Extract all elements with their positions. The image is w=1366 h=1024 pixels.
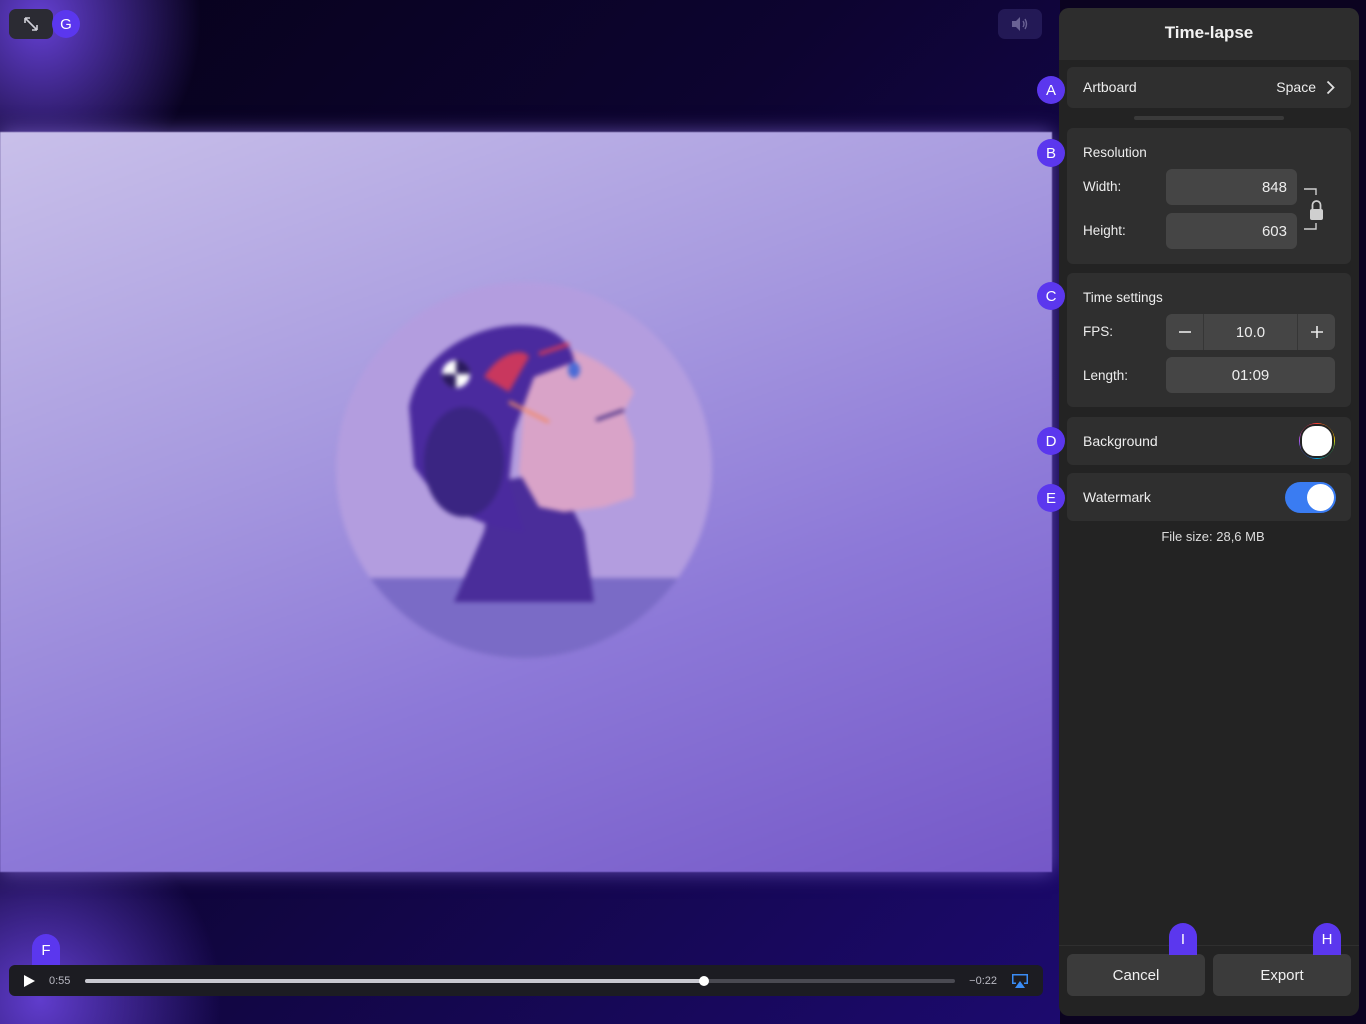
time-settings-section: Time settings FPS: 10.0 Length: 01:09 <box>1067 273 1351 407</box>
hint-badge-i: I <box>1169 923 1197 955</box>
hint-badge-b: B <box>1037 139 1065 167</box>
height-input[interactable]: 603 <box>1166 213 1297 249</box>
background-color-picker[interactable] <box>1299 423 1335 459</box>
watermark-row: Watermark <box>1067 473 1351 521</box>
fps-stepper: 10.0 <box>1166 314 1335 350</box>
background-row: Background <box>1067 417 1351 465</box>
timelapse-panel: Time-lapse Artboard Space Resolution Wid… <box>1059 8 1359 1016</box>
hint-badge-g: G <box>52 10 80 38</box>
scrubber-progress <box>85 978 705 983</box>
playback-bar: 0:55 −0:22 <box>9 965 1043 996</box>
fps-value[interactable]: 10.0 <box>1203 314 1298 350</box>
fps-increment-button[interactable] <box>1298 314 1335 350</box>
elapsed-time: 0:55 <box>49 974 71 987</box>
portrait-illustration <box>336 282 712 658</box>
chevron-right-icon <box>1326 80 1335 95</box>
expand-arrows-icon <box>24 17 38 31</box>
hint-badge-c: C <box>1037 282 1065 310</box>
remaining-time: −0:22 <box>969 974 997 987</box>
play-icon <box>24 974 35 987</box>
export-button[interactable]: Export <box>1213 954 1351 996</box>
watermark-label: Watermark <box>1083 489 1151 505</box>
hint-badge-e: E <box>1037 484 1065 512</box>
length-label: Length: <box>1083 368 1129 383</box>
preview-stage: G F 0:55 −0:22 <box>0 0 1060 1024</box>
hint-badge-a: A <box>1037 76 1065 104</box>
cancel-button[interactable]: Cancel <box>1067 954 1205 996</box>
scrubber-handle[interactable] <box>699 975 710 986</box>
resolution-label: Resolution <box>1083 145 1147 160</box>
volume-icon <box>1012 17 1028 31</box>
airplay-button[interactable] <box>997 965 1043 996</box>
section-divider <box>1134 116 1284 120</box>
minus-icon <box>1178 331 1191 333</box>
time-settings-label: Time settings <box>1083 290 1163 305</box>
artboard-value: Space <box>1276 79 1316 95</box>
artboard-row[interactable]: Artboard Space <box>1067 67 1351 108</box>
watermark-toggle[interactable] <box>1285 482 1336 513</box>
artboard-label: Artboard <box>1083 79 1137 95</box>
background-label: Background <box>1083 433 1158 449</box>
width-label: Width: <box>1083 179 1122 194</box>
length-input[interactable]: 01:09 <box>1166 357 1335 393</box>
width-input[interactable]: 848 <box>1166 169 1297 205</box>
hint-badge-f: F <box>32 934 60 966</box>
plus-icon <box>1310 326 1323 338</box>
height-label: Height: <box>1083 223 1126 238</box>
resolution-section: Resolution Width: 848 Height: 603 <box>1067 128 1351 264</box>
fps-label: FPS: <box>1083 324 1114 339</box>
fullscreen-button[interactable] <box>9 9 53 39</box>
panel-title: Time-lapse <box>1059 8 1359 60</box>
play-button[interactable] <box>9 965 49 996</box>
airplay-icon <box>1012 973 1028 988</box>
artboard-preview <box>0 132 1052 872</box>
volume-button[interactable] <box>998 9 1042 39</box>
file-size-text: File size: 28,6 MB <box>1161 529 1265 544</box>
fps-decrement-button[interactable] <box>1166 314 1203 350</box>
scrubber-track[interactable] <box>85 975 955 986</box>
hint-badge-h: H <box>1313 923 1341 955</box>
lock-icon[interactable] <box>1303 183 1325 235</box>
toggle-knob <box>1307 484 1334 511</box>
hint-badge-d: D <box>1037 427 1065 455</box>
